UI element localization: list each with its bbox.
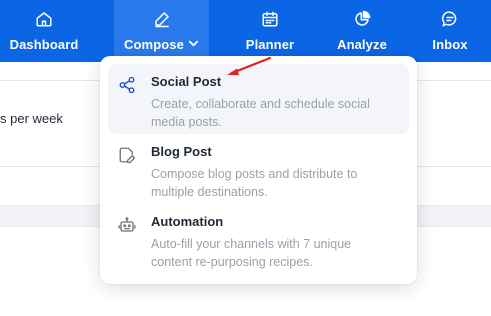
nav-item-planner[interactable]: Planner: [232, 0, 308, 62]
nav-item-analyze[interactable]: Analyze: [326, 0, 398, 62]
pencil-icon: [154, 12, 169, 28]
red-arrow-icon: [227, 56, 272, 75]
share-icon: [119, 76, 135, 94]
menu-item-title: Social Post: [151, 74, 222, 89]
nav-label-inbox: Inbox: [432, 37, 468, 52]
nav-item-dashboard[interactable]: Dashboard: [0, 0, 88, 62]
menu-item-blog-post[interactable]: Blog Post Compose blog posts and distrib…: [108, 134, 409, 204]
menu-item-description: Create, collaborate and schedule social …: [151, 97, 370, 129]
chat-bubble-icon: [441, 11, 457, 27]
menu-item-title: Automation: [151, 214, 224, 229]
nav-label-compose: Compose: [124, 37, 184, 52]
nav-item-compose[interactable]: Compose: [114, 0, 209, 62]
robot-icon: [118, 217, 136, 232]
calendar-icon: [262, 11, 278, 27]
home-icon: [36, 12, 52, 27]
menu-item-description: Compose blog posts and distribute to mul…: [151, 167, 358, 199]
edit-document-icon: [119, 147, 136, 164]
nav-label-dashboard: Dashboard: [9, 37, 79, 52]
pie-chart-icon: [355, 10, 371, 26]
menu-item-description: Auto-fill your channels with 7 unique co…: [151, 237, 352, 269]
chevron-down-icon: [188, 40, 199, 47]
menu-item-title: Blog Post: [151, 144, 212, 159]
nav-label-planner: Planner: [245, 37, 295, 52]
background-row-text: s per week: [0, 111, 63, 126]
nav-label-analyze: Analyze: [337, 37, 387, 52]
nav-item-inbox[interactable]: Inbox: [420, 0, 480, 62]
compose-dropdown-menu: Social Post Create, collaborate and sche…: [100, 56, 417, 284]
top-navigation-bar: Dashboard Compose Planner Analyze Inbox: [0, 0, 491, 62]
menu-item-automation[interactable]: Automation Auto-fill your channels with …: [108, 204, 409, 274]
